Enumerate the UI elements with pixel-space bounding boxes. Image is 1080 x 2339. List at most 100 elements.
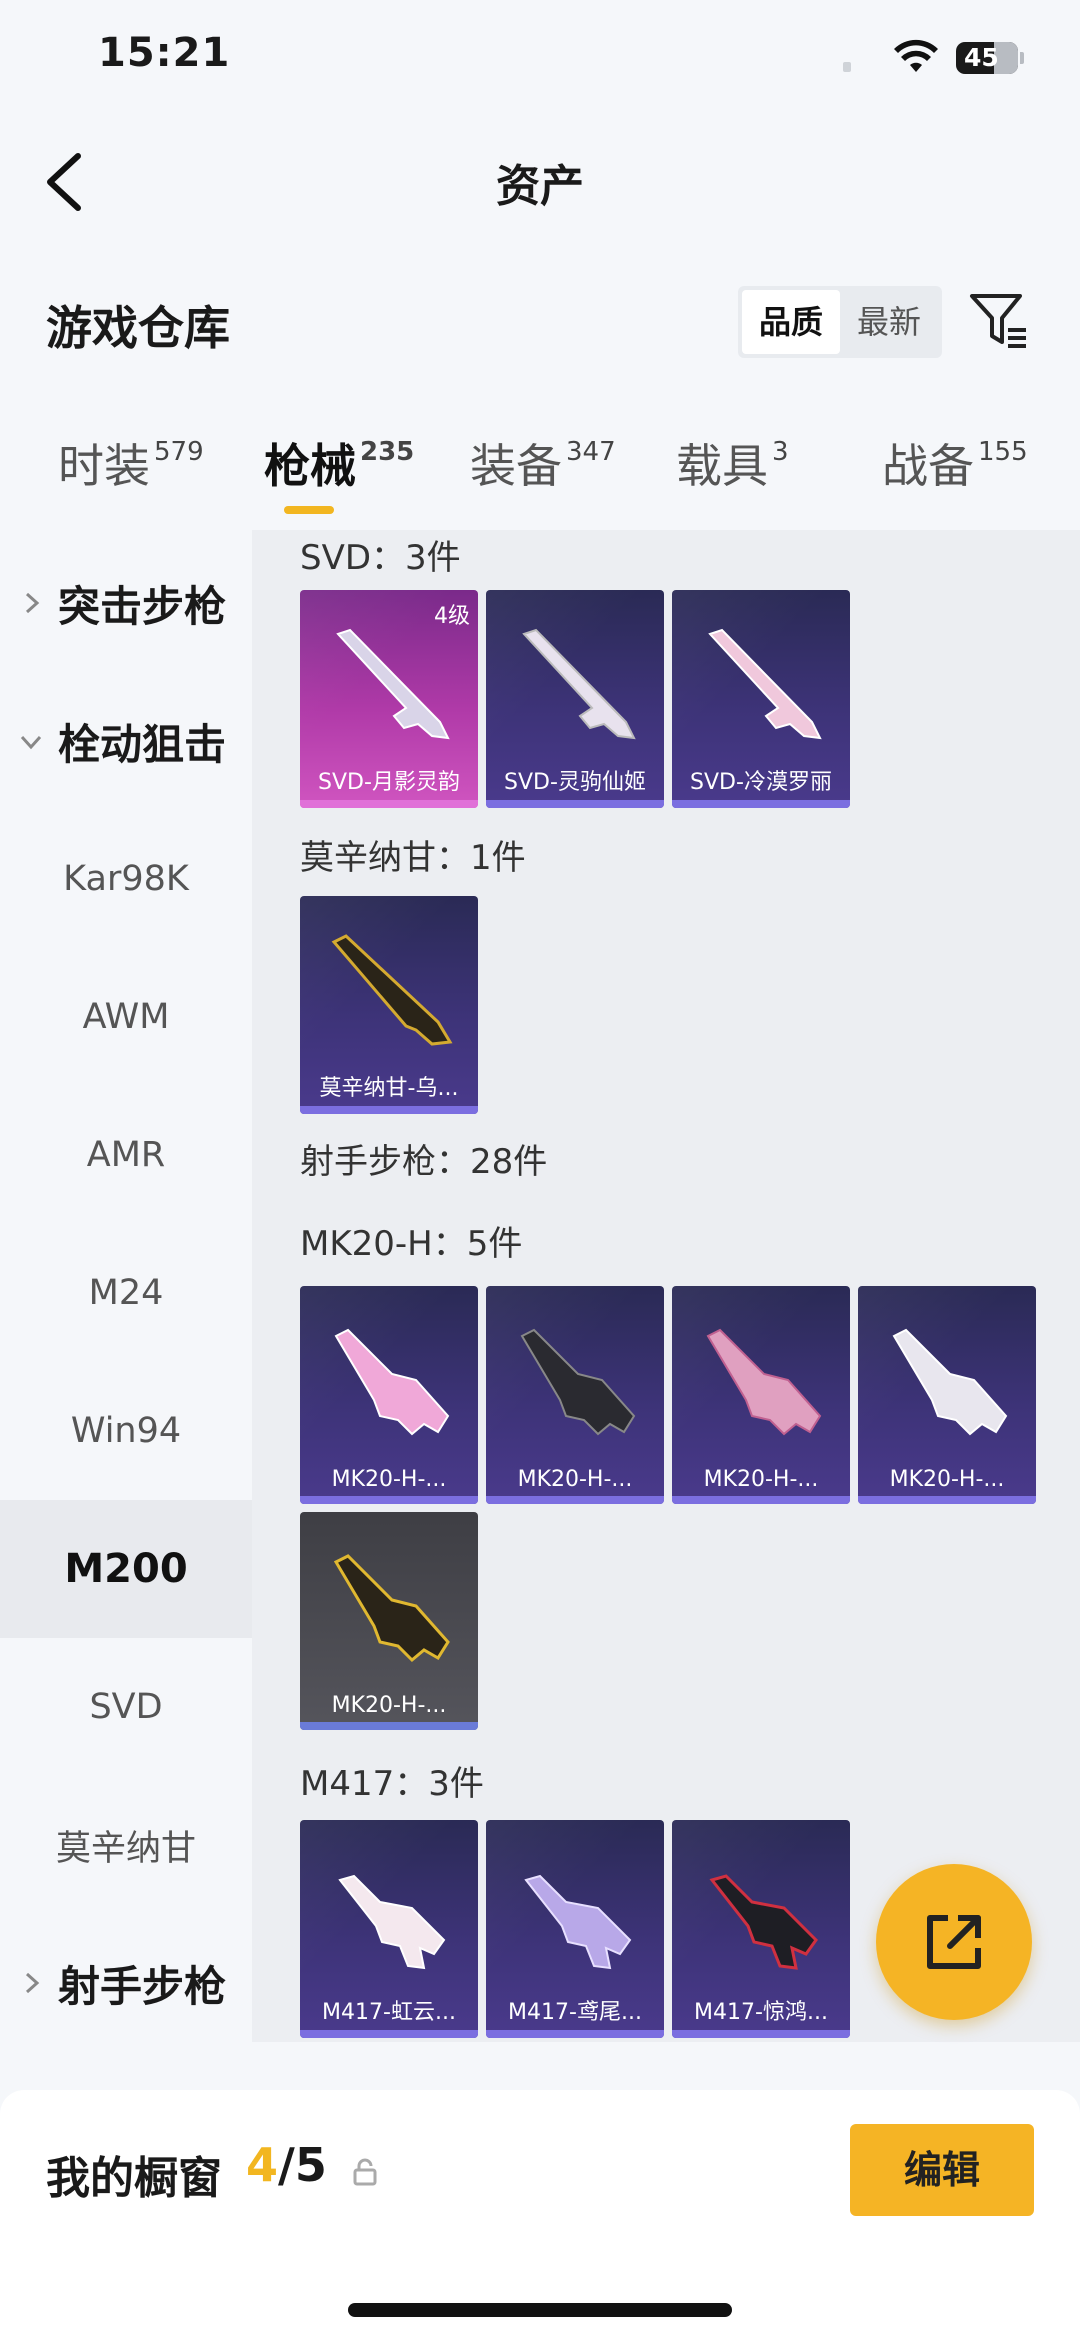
tab-count: 235 — [360, 437, 415, 467]
status-bar: 15:21 45 — [0, 0, 1080, 120]
weapon-name: M417-惊鸿... — [694, 2000, 828, 2025]
section-title: 游戏仓库 — [46, 301, 230, 355]
battery-level: 45 — [964, 43, 999, 72]
sidebar-item-win94[interactable]: Win94 — [0, 1362, 252, 1500]
battery-cap-icon — [1020, 52, 1024, 64]
showcase-current: 4 — [246, 2138, 279, 2192]
weapon-card[interactable]: 4级 SVD-月影灵韵 — [300, 590, 478, 808]
page-title: 资产 — [496, 161, 584, 212]
rifle-icon — [892, 1328, 1008, 1436]
rifle-icon — [706, 1328, 822, 1436]
tab-count: 155 — [978, 437, 1028, 467]
weapon-card[interactable]: MK20-H-... — [672, 1286, 850, 1504]
rifle-icon — [709, 1874, 818, 1970]
rifle-icon — [524, 1874, 632, 1970]
chevron-right-icon — [25, 1972, 40, 1994]
status-time: 15:21 — [98, 30, 231, 76]
weapon-name: M417-鸢尾... — [508, 2000, 642, 2025]
share-button[interactable] — [876, 1864, 1032, 2020]
tab-count: 347 — [566, 437, 616, 467]
group-label-mosin: 莫辛纳甘：1件 — [300, 838, 526, 878]
unlock-icon — [353, 2158, 377, 2186]
category-tabs: 时装 579 枪械 235 装备 347 载具 3 战备 155 — [0, 430, 1080, 530]
rifle-icon — [336, 628, 450, 740]
weapon-name: MK20-H-... — [331, 1693, 447, 1718]
sidebar-item-amr[interactable]: AMR — [0, 1086, 252, 1224]
weapon-card[interactable]: MK20-H-... — [858, 1286, 1036, 1504]
sort-toggle: 品质 最新 — [738, 286, 942, 358]
sidebar-item-bolt-sniper[interactable]: 栓动狙击 — [0, 672, 252, 810]
weapon-name: MK20-H-... — [517, 1467, 633, 1492]
weapon-card[interactable]: SVD-冷漠罗丽 — [672, 590, 850, 808]
group-label-m417: M417：3件 — [300, 1764, 484, 1804]
rifle-icon — [708, 628, 822, 740]
showcase-count: 4/5 — [246, 2138, 327, 2192]
chevron-down-icon — [20, 735, 42, 750]
sort-quality-button[interactable]: 品质 — [742, 290, 840, 354]
edit-button[interactable]: 编辑 — [850, 2124, 1034, 2216]
rifle-icon — [333, 1554, 450, 1663]
group-label-marksman: 射手步枪：28件 — [300, 1142, 548, 1182]
battery-icon: 45 — [956, 42, 1018, 74]
weapon-name: SVD-灵驹仙姬 — [504, 770, 646, 795]
showcase-title: 我的橱窗 — [46, 2153, 222, 2204]
rifle-icon — [520, 1328, 636, 1436]
external-link-icon — [927, 1915, 981, 1969]
weapon-card[interactable]: MK20-H-... — [300, 1286, 478, 1504]
sidebar-item-awm[interactable]: AWM — [0, 948, 252, 1086]
weapon-name: SVD-月影灵韵 — [318, 770, 460, 795]
tab-vehicles[interactable]: 载具 3 — [676, 430, 789, 496]
weapon-category-sidebar: 突击步枪 栓动狙击 Kar98K AWM AMR M24 Win94 M200 … — [0, 530, 252, 2042]
tab-fashion[interactable]: 时装 579 — [58, 430, 204, 496]
weapon-name: MK20-H-... — [703, 1467, 819, 1492]
home-indicator — [348, 2303, 732, 2317]
tab-label: 载具 — [676, 439, 768, 493]
tab-count: 579 — [154, 437, 204, 467]
weapon-card[interactable]: MK20-H-... — [300, 1512, 478, 1730]
weapon-name: 莫辛纳甘-乌... — [319, 1076, 459, 1101]
weapon-card[interactable]: M417-虹云... — [300, 1820, 478, 2038]
weapon-card[interactable]: M417-鸢尾... — [486, 1820, 664, 2038]
tab-count: 3 — [772, 437, 789, 467]
weapon-card[interactable]: M417-惊鸿... — [672, 1820, 850, 2038]
sidebar-item-kar98k[interactable]: Kar98K — [0, 810, 252, 948]
sort-newest-button[interactable]: 最新 — [840, 290, 938, 354]
signal-dot-icon — [843, 62, 851, 72]
weapon-grid: SVD：3件 4级 SVD-月影灵韵 SVD-灵驹仙姬 SVD-冷漠罗丽 莫辛纳… — [252, 530, 1080, 2042]
rifle-icon — [522, 628, 636, 740]
tab-equipment[interactable]: 装备 347 — [470, 430, 616, 496]
weapon-name: M417-虹云... — [322, 2000, 456, 2025]
weapon-name: SVD-冷漠罗丽 — [690, 770, 832, 795]
sidebar-item-svd[interactable]: SVD — [0, 1638, 252, 1776]
sidebar-item-mosin[interactable]: 莫辛纳甘 — [0, 1776, 252, 1914]
wifi-icon — [894, 39, 938, 72]
group-label-svd: SVD：3件 — [300, 538, 461, 578]
showcase-total: /5 — [278, 2138, 327, 2192]
sidebar-item-marksman-rifle[interactable]: 射手步枪 — [0, 1914, 252, 2052]
weapon-card[interactable]: 莫辛纳甘-乌... — [300, 896, 478, 1114]
filter-icon[interactable] — [968, 290, 1030, 352]
tab-label: 战备 — [882, 439, 974, 493]
sidebar-item-label: 栓动狙击 — [58, 719, 227, 769]
sidebar-item-label: 突击步枪 — [58, 581, 227, 631]
weapon-name: MK20-H-... — [889, 1467, 1005, 1492]
tab-label: 枪械 — [264, 439, 356, 493]
sidebar-item-assault-rifle[interactable]: 突击步枪 — [0, 534, 252, 672]
group-label-mk20h: MK20-H：5件 — [300, 1224, 523, 1264]
rifle-icon — [331, 934, 453, 1046]
tab-label: 装备 — [470, 439, 562, 493]
showcase-panel: 我的橱窗 4/5 编辑 — [0, 2090, 1080, 2339]
chevron-right-icon — [25, 592, 40, 614]
weapon-card[interactable]: MK20-H-... — [486, 1286, 664, 1504]
active-tab-indicator — [284, 506, 334, 514]
weapon-name: MK20-H-... — [331, 1467, 447, 1492]
sidebar-item-label: 射手步枪 — [58, 1961, 227, 2011]
tab-supplies[interactable]: 战备 155 — [882, 430, 1028, 496]
sidebar-item-m200[interactable]: M200 — [0, 1500, 252, 1638]
rifle-icon — [338, 1874, 446, 1970]
tab-weapons[interactable]: 枪械 235 — [264, 430, 414, 496]
tab-label: 时装 — [58, 439, 150, 493]
weapon-card[interactable]: SVD-灵驹仙姬 — [486, 590, 664, 808]
rifle-icon — [334, 1328, 450, 1436]
sidebar-item-m24[interactable]: M24 — [0, 1224, 252, 1362]
